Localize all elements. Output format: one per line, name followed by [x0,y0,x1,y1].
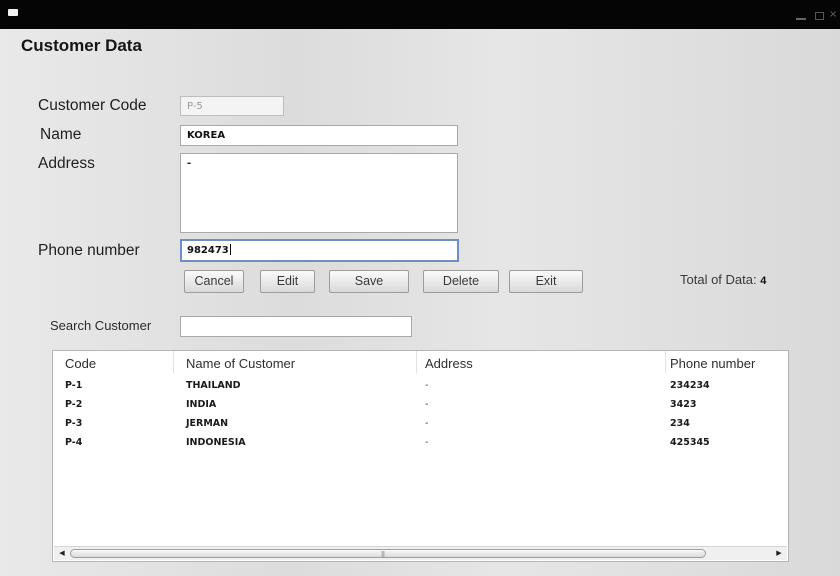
column-divider[interactable] [416,351,417,373]
cell-address: - [425,437,429,448]
column-header-phone[interactable]: Phone number [670,356,755,371]
cell-phone: 234234 [670,380,710,391]
cell-name: JERMAN [186,418,229,429]
cell-name: INDONESIA [186,437,246,448]
search-customer-input[interactable] [180,316,412,337]
table-row[interactable]: P-4 INDONESIA - 425345 [53,437,788,455]
cell-address: - [425,380,429,391]
scrollbar-thumb[interactable]: ||| [70,549,706,558]
scroll-right-arrow-icon[interactable]: ▶ [772,548,786,559]
edit-button[interactable]: Edit [260,270,315,293]
column-divider[interactable] [173,351,174,373]
name-label: Name [40,126,82,143]
page-title: Customer Data [21,36,142,55]
address-textarea[interactable]: - [180,153,458,233]
customer-code-label: Customer Code [38,97,147,114]
cell-phone: 234 [670,418,690,429]
column-divider[interactable] [665,351,666,373]
cell-phone: 425345 [670,437,710,448]
total-label: Total of Data: [680,272,757,287]
address-label: Address [38,155,95,172]
table-row[interactable]: P-1 THAILAND - 234234 [53,380,788,398]
name-field[interactable]: KOREA [180,125,458,146]
phone-number-value: 982473 [187,245,229,256]
cell-code: P-4 [65,437,83,448]
column-header-code[interactable]: Code [65,356,96,371]
total-of-data: Total of Data: 4 [680,272,766,287]
table-row[interactable]: P-3 JERMAN - 234 [53,418,788,436]
cell-address: - [425,399,429,410]
title-bar: × [0,0,840,29]
save-button[interactable]: Save [329,270,409,293]
close-icon[interactable]: × [829,8,840,22]
app-icon [8,9,18,16]
cancel-button[interactable]: Cancel [184,270,244,293]
cell-name: INDIA [186,399,217,410]
cell-address: - [425,418,429,429]
customer-table[interactable]: Code Name of Customer Address Phone numb… [52,350,789,562]
horizontal-scrollbar[interactable]: ◀ ||| ▶ [54,546,787,560]
maximize-icon[interactable] [815,12,824,20]
column-header-name[interactable]: Name of Customer [186,356,295,371]
customer-code-field: P-5 [180,96,284,116]
column-header-address[interactable]: Address [425,356,473,371]
phone-number-label: Phone number [38,242,140,259]
search-customer-label: Search Customer [50,318,152,333]
table-row[interactable]: P-2 INDIA - 3423 [53,399,788,417]
delete-button[interactable]: Delete [423,270,499,293]
cell-name: THAILAND [186,380,241,391]
text-cursor [229,244,231,255]
scrollbar-grip-icon: ||| [381,551,385,558]
minimize-icon[interactable] [796,18,806,20]
cell-code: P-2 [65,399,83,410]
phone-number-field[interactable]: 982473 [180,239,459,262]
cell-code: P-1 [65,380,83,391]
scroll-left-arrow-icon[interactable]: ◀ [55,548,69,559]
cell-phone: 3423 [670,399,697,410]
cell-code: P-3 [65,418,83,429]
exit-button[interactable]: Exit [509,270,583,293]
customer-data-window: × Customer Data Customer Code P-5 Name K… [0,0,840,576]
total-value: 4 [760,275,767,287]
